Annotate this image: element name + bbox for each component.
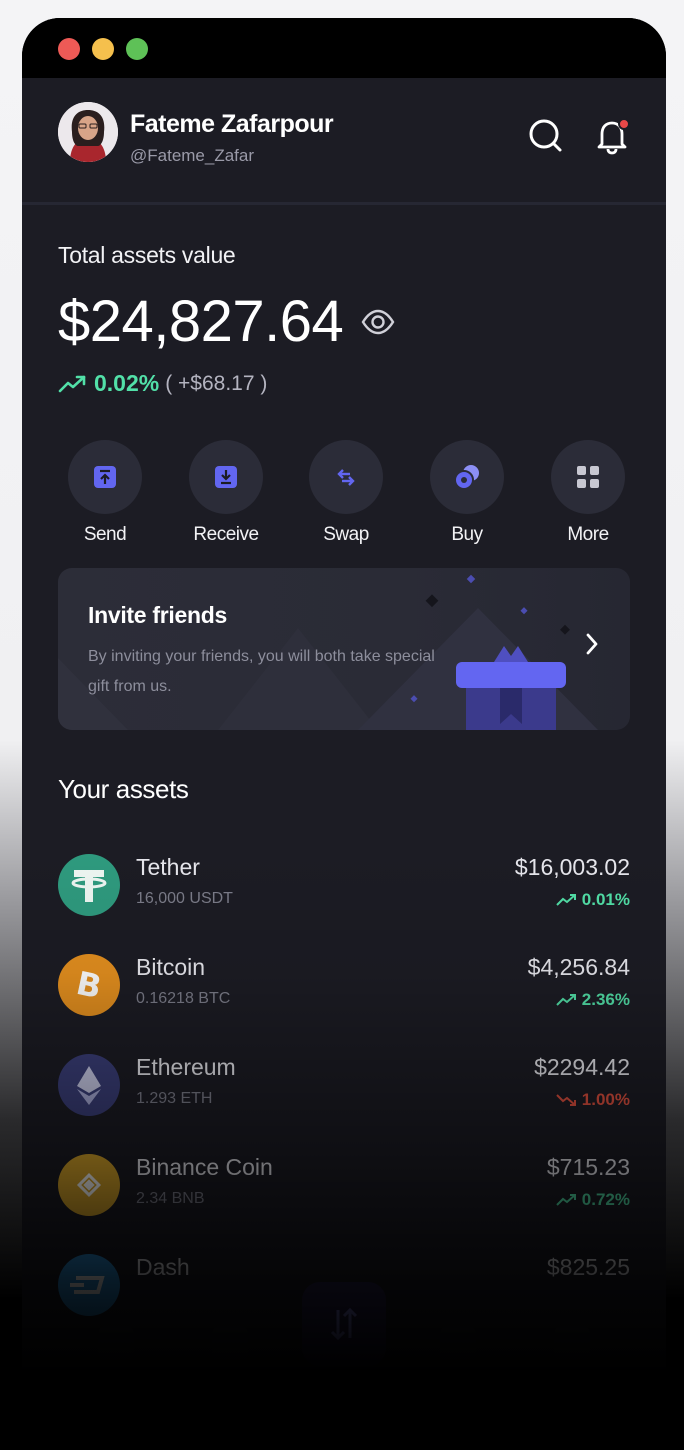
asset-name: Bitcoin bbox=[136, 954, 206, 980]
search-button[interactable] bbox=[526, 116, 566, 156]
nav-wallet-button[interactable] bbox=[440, 1326, 476, 1362]
close-window-button[interactable] bbox=[58, 38, 80, 60]
binance-icon bbox=[58, 1154, 120, 1216]
asset-amount: 0.16218 BTC bbox=[136, 990, 231, 1007]
user-name: Fateme Zafarpour bbox=[130, 110, 334, 138]
balance-change-amount: ( +$68.17 ) bbox=[165, 371, 268, 395]
receive-icon bbox=[215, 466, 237, 488]
grid-icon bbox=[577, 466, 599, 488]
asset-change-value: 2.36% bbox=[581, 990, 630, 1009]
trend-down-icon bbox=[556, 1094, 576, 1106]
asset-row-ethereum[interactable]: Ethereum 1.293 ETH $2294.42 1.00% bbox=[58, 1050, 630, 1120]
invite-description: By inviting your friends, you will both … bbox=[88, 648, 435, 695]
balance-change-percent: 0.02% bbox=[94, 370, 160, 396]
asset-amount: 16,000 USDT bbox=[136, 890, 233, 907]
toggle-visibility-button[interactable] bbox=[360, 304, 396, 340]
asset-name: Tether bbox=[136, 854, 200, 880]
nav-profile-button[interactable] bbox=[554, 1326, 590, 1362]
trend-up-icon bbox=[58, 375, 86, 392]
asset-row-bitcoin[interactable]: B Bitcoin 0.16218 BTC $4,256.84 2.36% bbox=[58, 950, 630, 1020]
more-circle bbox=[551, 440, 625, 514]
asset-amount: 1.293 ETH bbox=[136, 1090, 213, 1107]
total-assets-value: $24,827.64 bbox=[58, 289, 344, 354]
more-button[interactable]: More bbox=[538, 440, 638, 546]
asset-value: $2294.42 bbox=[534, 1054, 630, 1080]
swap-label: Swap bbox=[323, 524, 369, 545]
asset-row-binance-coin[interactable]: Binance Coin 2.34 BNB $715.23 0.72% bbox=[58, 1150, 630, 1220]
invite-title: Invite friends bbox=[88, 602, 227, 628]
notifications-button[interactable] bbox=[592, 116, 632, 156]
bottom-navigation bbox=[22, 1274, 666, 1394]
phone-frame: Fateme Zafarpour @Fateme_Zafar Total ass… bbox=[22, 18, 666, 1450]
app-screen: Fateme Zafarpour @Fateme_Zafar Total ass… bbox=[22, 78, 666, 1450]
asset-name: Ethereum bbox=[136, 1054, 236, 1080]
trend-up-icon bbox=[556, 894, 576, 906]
avatar[interactable] bbox=[58, 102, 118, 162]
send-icon bbox=[94, 466, 116, 488]
asset-name: Binance Coin bbox=[136, 1154, 273, 1180]
asset-change-value: 0.72% bbox=[581, 1190, 630, 1209]
your-assets-title: Your assets bbox=[58, 774, 189, 804]
buy-button[interactable]: Buy bbox=[417, 440, 517, 546]
more-label: More bbox=[567, 524, 609, 545]
send-button[interactable]: Send bbox=[55, 440, 155, 546]
balance-change: 0.02% ( +$68.17 ) bbox=[58, 370, 267, 397]
swap-circle bbox=[309, 440, 383, 514]
swap-button[interactable]: Swap bbox=[296, 440, 396, 546]
invite-friends-card[interactable]: Invite friends By inviting your friends,… bbox=[58, 568, 630, 730]
asset-change: 1.00% bbox=[556, 1090, 630, 1110]
avatar-image bbox=[58, 102, 118, 162]
minimize-window-button[interactable] bbox=[92, 38, 114, 60]
asset-change: 2.36% bbox=[556, 990, 630, 1010]
buy-label: Buy bbox=[451, 524, 483, 545]
receive-label: Receive bbox=[193, 524, 259, 545]
chevron-right-icon[interactable] bbox=[580, 630, 604, 658]
bell-icon bbox=[597, 118, 630, 155]
gift-icon bbox=[444, 634, 584, 730]
asset-change: 0.01% bbox=[556, 890, 630, 910]
asset-change-value: 1.00% bbox=[581, 1090, 630, 1109]
buy-icon bbox=[454, 465, 479, 490]
tether-icon bbox=[58, 854, 120, 916]
asset-value: $16,003.02 bbox=[514, 854, 630, 880]
nav-swap-button[interactable] bbox=[302, 1282, 386, 1366]
asset-value: $715.23 bbox=[546, 1154, 630, 1180]
swap-arrows-icon bbox=[330, 1307, 358, 1341]
total-assets-label: Total assets value bbox=[58, 242, 236, 268]
send-label: Send bbox=[83, 524, 127, 545]
asset-amount: 2.34 BNB bbox=[136, 1190, 205, 1207]
swap-icon bbox=[337, 469, 355, 486]
nav-markets-button[interactable] bbox=[212, 1326, 248, 1362]
receive-circle bbox=[189, 440, 263, 514]
eye-icon bbox=[361, 309, 395, 335]
receive-button[interactable]: Receive bbox=[176, 440, 276, 546]
search-icon bbox=[529, 119, 562, 152]
send-circle bbox=[68, 440, 142, 514]
user-handle: @Fateme_Zafar bbox=[130, 146, 255, 165]
buy-circle bbox=[430, 440, 504, 514]
asset-value: $4,256.84 bbox=[527, 954, 630, 980]
asset-row-tether[interactable]: Tether 16,000 USDT $16,003.02 0.01% bbox=[58, 850, 630, 920]
trend-up-icon bbox=[556, 1194, 576, 1206]
asset-change: 0.72% bbox=[556, 1190, 630, 1210]
asset-change-value: 0.01% bbox=[581, 890, 630, 909]
trend-up-icon bbox=[556, 994, 576, 1006]
window-titlebar bbox=[22, 18, 666, 78]
quick-actions: Send Receive Swap Buy More bbox=[22, 440, 666, 560]
zoom-window-button[interactable] bbox=[126, 38, 148, 60]
ethereum-icon bbox=[58, 1054, 120, 1116]
profile-header: Fateme Zafarpour @Fateme_Zafar bbox=[22, 78, 666, 205]
bitcoin-icon: B bbox=[58, 954, 120, 1016]
nav-home-button[interactable] bbox=[98, 1326, 134, 1362]
